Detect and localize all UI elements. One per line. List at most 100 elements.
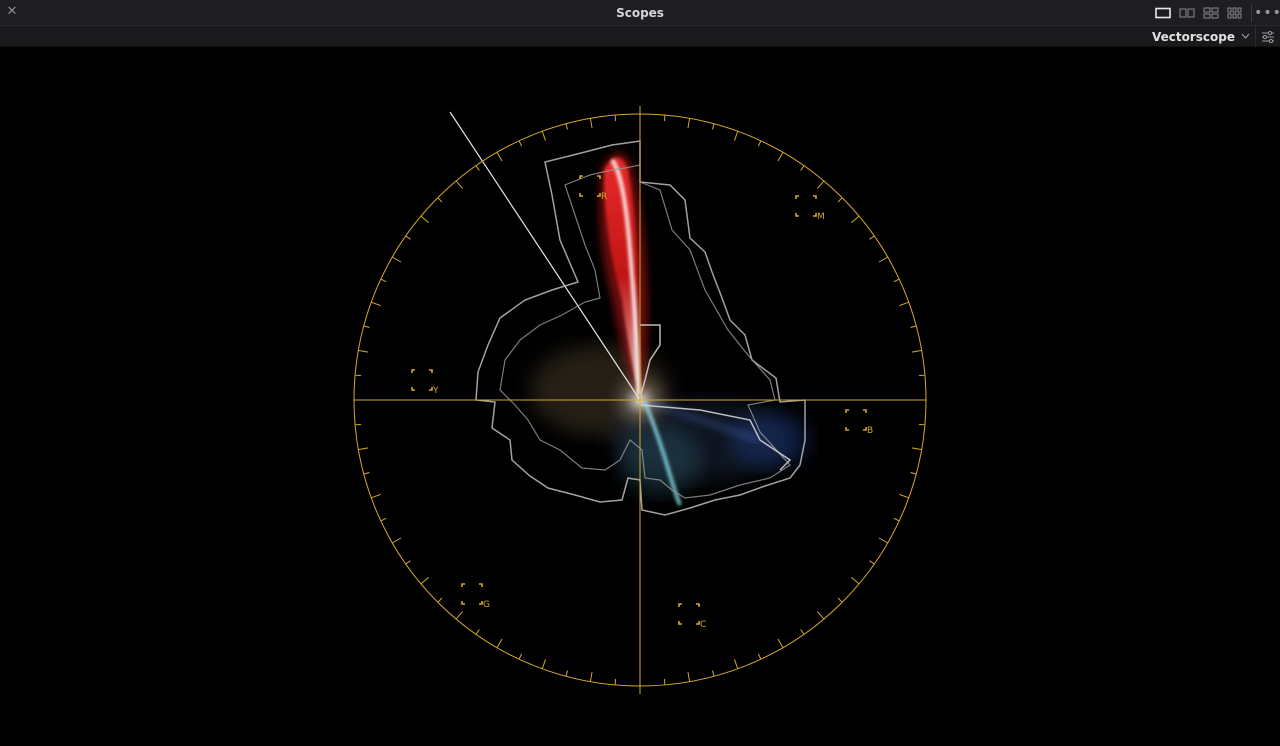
graticule-tick [687, 118, 691, 129]
graticule-tick [918, 423, 925, 426]
window-title: Scopes [616, 6, 664, 20]
graticule-tick [363, 325, 370, 329]
target-label: R [601, 192, 607, 202]
target-c: C [678, 603, 706, 630]
graticule-tick [496, 152, 503, 162]
graticule-tick [614, 678, 617, 685]
target-g: G [461, 583, 490, 610]
graticule-tick [918, 374, 925, 377]
graticule-tick [358, 349, 369, 353]
graticule-tick [851, 577, 860, 585]
layout-single-icon[interactable] [1151, 0, 1175, 26]
graticule-tick [355, 374, 362, 377]
graticule-tick [541, 131, 547, 141]
target-box [678, 603, 700, 625]
graticule-tick [371, 493, 381, 499]
graticule-tick [711, 670, 715, 677]
target-label: Y [432, 386, 439, 396]
toolbar-divider [1251, 4, 1252, 22]
graticule-tick [878, 537, 888, 544]
target-box [411, 369, 433, 391]
graticule-tick [817, 180, 825, 189]
graticule-tick [800, 629, 805, 635]
graticule-tick [437, 197, 443, 203]
target-m: M [795, 195, 825, 222]
graticule-tick [363, 471, 370, 475]
graticule-tick [371, 301, 381, 307]
target-label: B [867, 426, 873, 436]
graticule-tick [800, 165, 805, 171]
graticule-tick [455, 611, 463, 620]
graticule-tick [899, 301, 909, 307]
layout-quad-icon[interactable] [1199, 0, 1223, 26]
graticule-tick [893, 517, 900, 522]
graticule-tick [405, 560, 411, 565]
graticule-tick [911, 447, 922, 451]
graticule-tick [733, 659, 739, 669]
target-label: C [700, 620, 706, 630]
graticule-tick [380, 517, 387, 522]
graticule-tick [380, 278, 387, 283]
graticule-tick [614, 115, 617, 122]
graticule-tick [817, 611, 825, 620]
graticule-tick [355, 423, 362, 426]
layout-buttons: ••• [1151, 0, 1280, 26]
settings-sliders-icon[interactable] [1255, 26, 1280, 47]
graticule-tick [392, 537, 402, 544]
graticule-tick [869, 235, 875, 240]
graticule-tick [911, 349, 922, 353]
graticule-tick [437, 597, 443, 603]
layout-dual-icon[interactable] [1175, 0, 1199, 26]
graticule-tick [899, 493, 909, 499]
target-label: G [483, 600, 490, 610]
target-label: M [817, 212, 825, 222]
graticule-tick [893, 278, 900, 283]
vectorscope-graph: R M B C G Y [353, 106, 927, 694]
graticule-tick [589, 671, 593, 682]
graticule-tick [475, 165, 480, 171]
graticule-tick [837, 597, 843, 603]
graticule-tick [910, 471, 917, 475]
graticule-tick [420, 215, 429, 223]
target-box [461, 583, 483, 605]
vectorscope-graticule [353, 106, 927, 694]
graticule-tick [851, 215, 860, 223]
graticule-tick [687, 671, 691, 682]
graticule-tick [358, 447, 369, 451]
graticule-tick [869, 560, 875, 565]
graticule-tick [541, 659, 547, 669]
title-bar: ✕ Scopes ••• [0, 0, 1280, 26]
graticule-tick [565, 123, 569, 130]
graticule-tick [455, 180, 463, 189]
close-icon[interactable]: ✕ [4, 4, 20, 20]
target-box [845, 409, 867, 431]
more-options-icon[interactable]: ••• [1254, 0, 1280, 26]
graticule-tick [518, 140, 523, 147]
scope-type-label: Vectorscope [1151, 29, 1235, 44]
graticule-tick [420, 577, 429, 585]
graticule-tick [589, 118, 593, 129]
graticule-tick [878, 256, 888, 263]
target-y: Y [411, 369, 439, 396]
graticule-tick [518, 653, 523, 660]
graticule-tick [757, 140, 762, 147]
vectorscope-display: R M B C G Y [0, 47, 1280, 746]
scope-toolbar: Vectorscope [0, 26, 1280, 47]
graticule-tick [475, 629, 480, 635]
graticule-tick [663, 115, 666, 122]
graticule-tick [757, 653, 762, 660]
graticule-tick [777, 152, 784, 162]
target-box [579, 175, 601, 197]
layout-multi-icon[interactable] [1223, 0, 1247, 26]
target-b: B [845, 409, 873, 436]
graticule-tick [777, 638, 784, 648]
scopes-window: ✕ Scopes ••• Vectorscope R M B C G Y [0, 0, 1280, 746]
graticule-tick [711, 123, 715, 130]
scope-type-dropdown[interactable]: Vectorscope [1152, 26, 1250, 47]
graticule-tick [392, 256, 402, 263]
graticule-tick [910, 325, 917, 329]
chevron-down-icon [1241, 31, 1250, 42]
graticule-tick [405, 235, 411, 240]
graticule-tick [733, 131, 739, 141]
vectorscope-trace [449, 111, 810, 516]
